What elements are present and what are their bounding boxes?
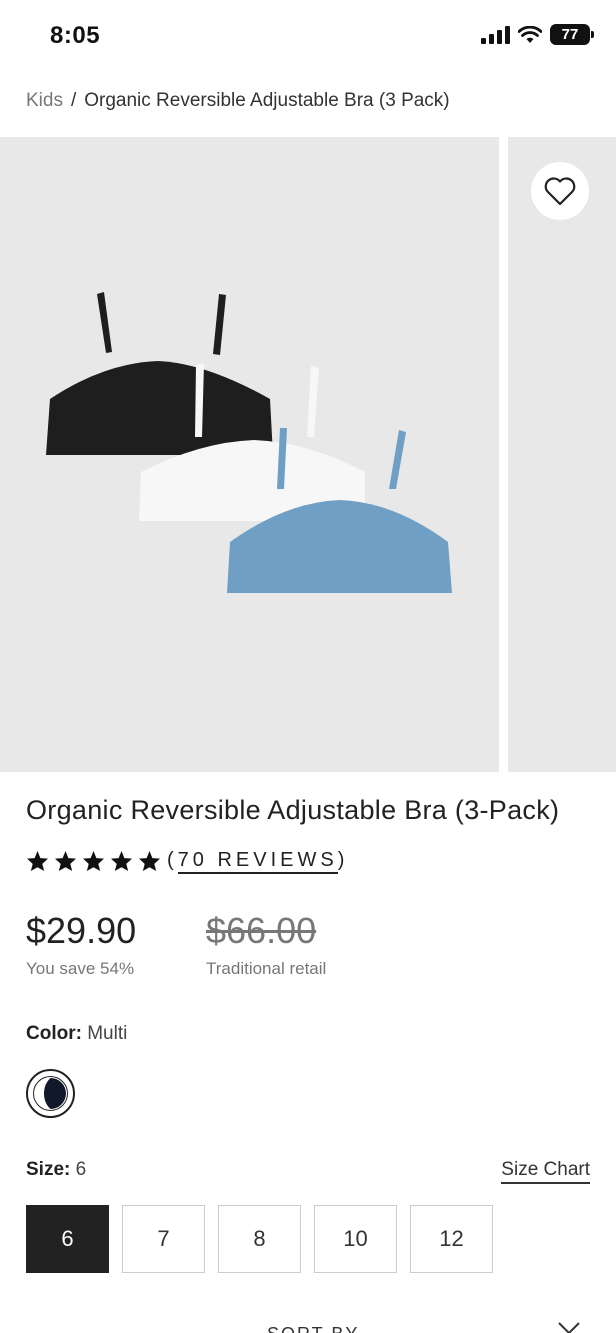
size-value: 6 [75, 1159, 87, 1180]
color-selector-label: Color: Multi [26, 1023, 127, 1045]
product-rating[interactable]: (70 REVIEWS) [26, 849, 349, 874]
rating-stars [26, 850, 161, 872]
breadcrumb: Kids / Organic Reversible Adjustable Bra… [26, 90, 450, 112]
heart-icon [544, 177, 576, 206]
product-image-gallery[interactable] [0, 137, 616, 772]
star-icon [54, 850, 77, 871]
black-bra-image [46, 292, 273, 455]
product-image-main[interactable] [0, 137, 499, 772]
retail-label: Traditional retail [206, 959, 327, 978]
color-swatch-multi[interactable] [26, 1069, 75, 1118]
size-selector-label: Size: 6 [26, 1159, 86, 1181]
battery-icon: 77 [550, 24, 594, 45]
favorite-button[interactable] [531, 162, 589, 220]
savings-text: You save 54% [26, 959, 135, 978]
size-option-6[interactable]: 6 [26, 1205, 109, 1273]
sort-bar[interactable]: SORT BY [0, 1310, 616, 1333]
status-bar: 8:05 77 [0, 0, 616, 72]
reviews-paren-close: ) [337, 849, 349, 871]
size-option-7[interactable]: 7 [122, 1205, 205, 1273]
close-icon[interactable] [556, 1320, 582, 1333]
breadcrumb-current: Organic Reversible Adjustable Bra (3 Pac… [84, 90, 450, 111]
reviews-count-label[interactable]: 70 REVIEWS [177, 849, 338, 874]
breadcrumb-separator: / [70, 90, 77, 111]
star-icon [110, 850, 133, 871]
status-time: 8:05 [50, 22, 101, 49]
size-options: 6 7 8 10 12 [26, 1205, 493, 1273]
star-icon [138, 850, 161, 871]
color-label: Color: [26, 1023, 82, 1044]
cellular-signal-icon [481, 25, 510, 44]
product-title: Organic Reversible Adjustable Bra (3-Pac… [26, 795, 560, 825]
sort-by-label[interactable]: SORT BY [267, 1324, 359, 1333]
wifi-icon [518, 25, 542, 43]
star-icon [26, 850, 49, 871]
battery-level: 77 [561, 26, 579, 43]
size-option-8[interactable]: 8 [218, 1205, 301, 1273]
color-value: Multi [87, 1023, 128, 1044]
retail-price: $66.00 [206, 910, 317, 951]
breadcrumb-kids-link[interactable]: Kids [26, 90, 63, 112]
sale-price: $29.90 [26, 910, 137, 951]
reviews-link[interactable]: (70 REVIEWS) [167, 849, 349, 874]
size-chart-link[interactable]: Size Chart [501, 1159, 590, 1184]
color-swatch-icon [33, 1076, 68, 1111]
product-image-next[interactable] [508, 137, 616, 772]
star-icon [82, 850, 105, 871]
status-icons: 77 [481, 24, 594, 45]
size-option-12[interactable]: 12 [410, 1205, 493, 1273]
size-label: Size: [26, 1159, 71, 1180]
reviews-paren-open: ( [167, 849, 178, 871]
size-option-10[interactable]: 10 [314, 1205, 397, 1273]
product-photo [46, 292, 452, 593]
